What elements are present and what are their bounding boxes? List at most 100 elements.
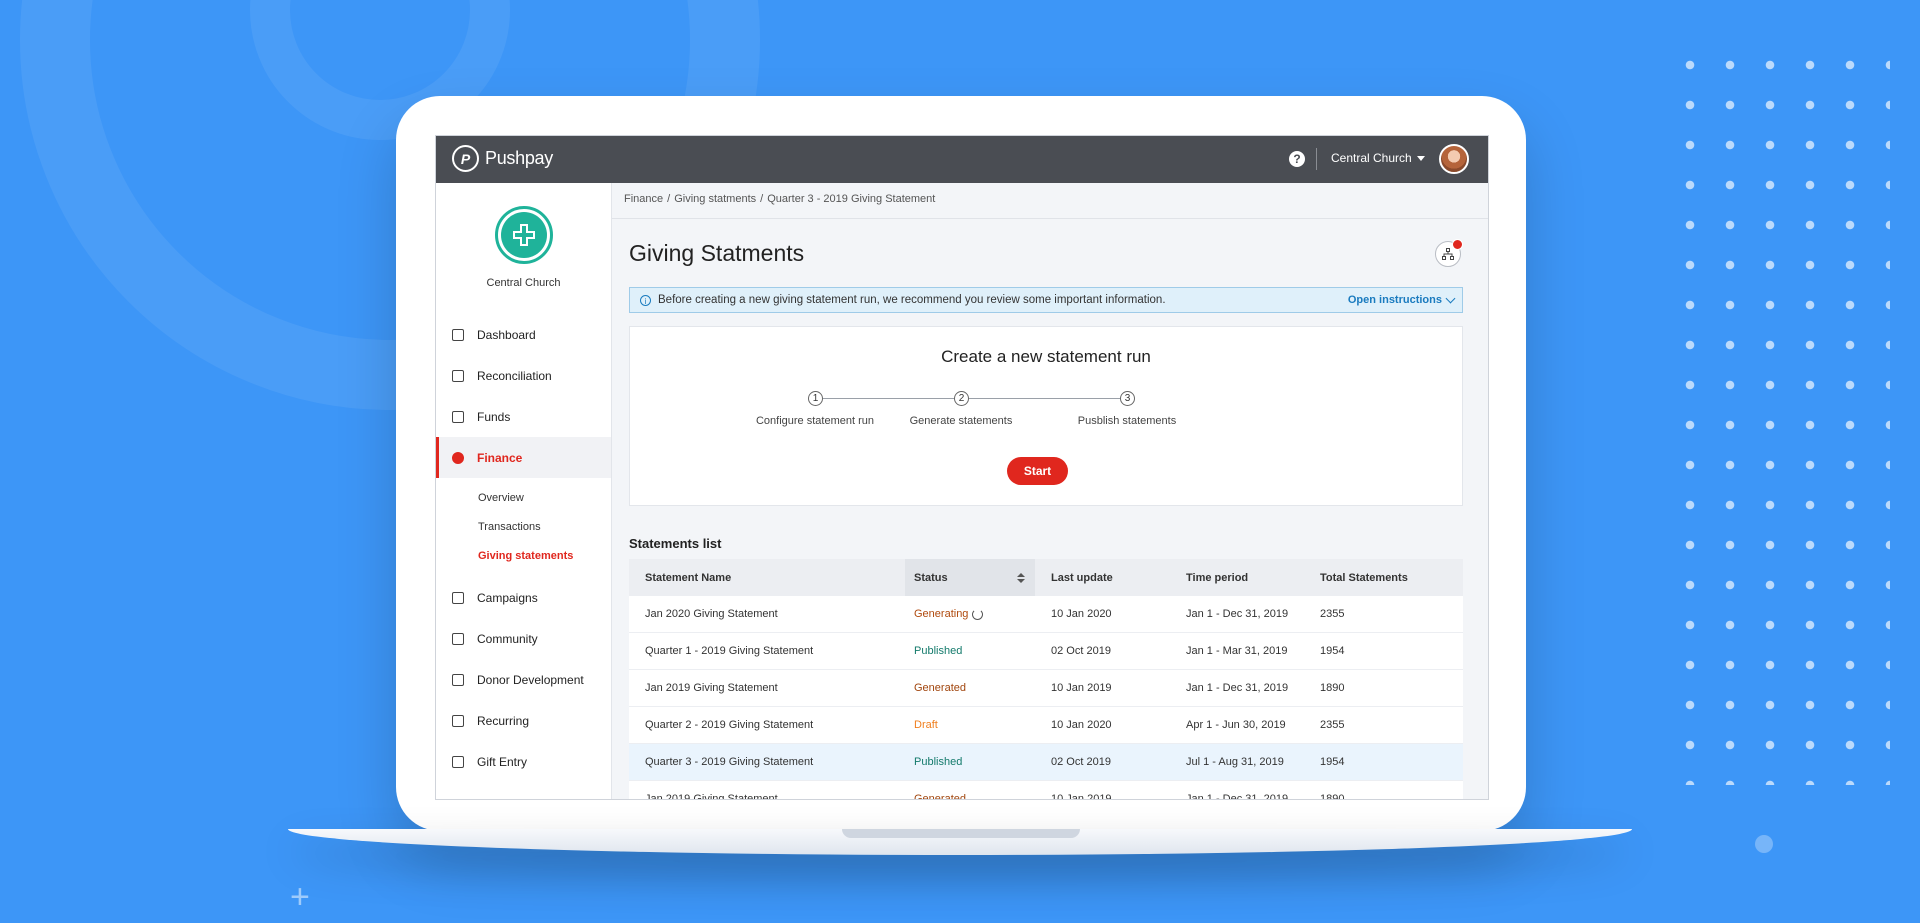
total-statements: 1954 <box>1320 645 1345 657</box>
table-row[interactable]: Jan 2019 Giving Statement Generated 10 J… <box>629 781 1463 800</box>
time-period: Jan 1 - Dec 31, 2019 <box>1186 608 1289 620</box>
reconciliation-icon <box>452 369 464 382</box>
church-logo <box>495 206 553 264</box>
help-circle-icon[interactable]: ? <box>1289 151 1305 167</box>
status-badge: Generated <box>914 793 966 800</box>
sidebar-item-label: Funds <box>477 409 511 424</box>
breadcrumb-item[interactable]: Giving statments <box>674 193 756 205</box>
create-run-card: Create a new statement run 1 2 3 Configu… <box>629 326 1463 506</box>
open-instructions-link[interactable]: Open instructions <box>1348 293 1456 306</box>
statement-name: Quarter 3 - 2019 Giving Statement <box>645 756 814 768</box>
sidebar-item-dashboard[interactable]: Dashboard <box>436 314 611 355</box>
column-header-last-update[interactable]: Last update <box>1035 559 1170 596</box>
column-header-total[interactable]: Total Statements <box>1304 559 1463 596</box>
sidebar-item-campaigns[interactable]: Campaigns <box>436 577 611 618</box>
step-1-indicator: 1 <box>808 391 823 406</box>
breadcrumb-separator: / <box>667 193 671 205</box>
caret-down-icon <box>1416 155 1425 161</box>
total-statements: 2355 <box>1320 719 1345 731</box>
sidebar-item-community[interactable]: Community <box>436 618 611 659</box>
time-period: Jan 1 - Mar 31, 2019 <box>1186 645 1288 657</box>
sidebar-nav: Dashboard Reconciliation Funds Finance O… <box>436 314 611 782</box>
step-3-indicator: 3 <box>1120 391 1135 406</box>
sidebar-item-label: Finance <box>477 450 523 465</box>
info-banner: i Before creating a new giving statement… <box>629 287 1463 313</box>
last-update: 10 Jan 2019 <box>1051 793 1112 800</box>
last-update: 02 Oct 2019 <box>1051 645 1111 657</box>
total-statements: 2355 <box>1320 608 1345 620</box>
sidebar-item-finance[interactable]: Finance <box>436 437 611 478</box>
column-header-time-period[interactable]: Time period <box>1170 559 1304 596</box>
pushpay-logo-icon: P <box>452 145 479 172</box>
sidebar-item-recurring[interactable]: Recurring <box>436 700 611 741</box>
sidebar-item-gift-entry[interactable]: Gift Entry <box>436 741 611 782</box>
subnav-item-overview[interactable]: Overview <box>478 484 611 513</box>
table-row[interactable]: Quarter 2 - 2019 Giving Statement Draft … <box>629 707 1463 744</box>
organization-selector[interactable]: Central Church <box>1331 151 1425 165</box>
status-badge: Generating <box>905 596 1035 632</box>
total-statements: 1954 <box>1320 756 1345 768</box>
column-header-status-label: Status <box>914 571 948 584</box>
breadcrumb-item[interactable]: Finance <box>624 193 663 205</box>
step-2-indicator: 2 <box>954 391 969 406</box>
dot-decoration <box>1755 835 1773 853</box>
page-title: Giving Statments <box>629 240 805 266</box>
sidebar-item-label: Gift Entry <box>477 754 528 769</box>
statement-name: Jan 2019 Giving Statement <box>645 793 778 800</box>
last-update: 10 Jan 2020 <box>1051 719 1112 731</box>
sidebar-item-funds[interactable]: Funds <box>436 396 611 437</box>
sidebar-item-reconciliation[interactable]: Reconciliation <box>436 355 611 396</box>
notification-badge <box>1452 239 1463 250</box>
last-update: 10 Jan 2020 <box>1051 608 1112 620</box>
table-row[interactable]: Jan 2019 Giving Statement Generated 10 J… <box>629 670 1463 707</box>
statement-name: Quarter 2 - 2019 Giving Statement <box>645 719 814 731</box>
topbar-divider <box>1316 148 1317 170</box>
time-period: Jan 1 - Dec 31, 2019 <box>1186 793 1289 800</box>
top-bar: P Pushpay ? Central Church <box>436 136 1488 183</box>
step-3-label: Pusblish statements <box>1077 415 1177 427</box>
time-period: Apr 1 - Jun 30, 2019 <box>1186 719 1286 731</box>
sidebar-org-name: Central Church <box>486 277 561 289</box>
plus-decoration-icon: + <box>290 878 310 916</box>
column-header-status[interactable]: Status <box>905 559 1035 596</box>
step-1-label: Configure statement run <box>755 415 874 427</box>
sidebar-item-donor-development[interactable]: Donor Development <box>436 659 611 700</box>
last-update: 02 Oct 2019 <box>1051 756 1111 768</box>
status-badge: Draft <box>914 719 938 731</box>
hierarchy-button[interactable] <box>1435 239 1463 267</box>
user-avatar[interactable] <box>1439 144 1469 174</box>
pushpay-logo[interactable]: P Pushpay <box>452 145 553 172</box>
table-row[interactable]: Jan 2020 Giving Statement Generating 10 … <box>629 596 1463 633</box>
start-button[interactable]: Start <box>1007 457 1068 485</box>
table-header: Statement Name Status Last update Time p… <box>629 559 1463 596</box>
statements-table: Statement Name Status Last update Time p… <box>629 559 1463 800</box>
breadcrumb-current: Quarter 3 - 2019 Giving Statement <box>767 193 936 205</box>
brand-name: Pushpay <box>485 148 553 168</box>
step-2-label: Generate statements <box>909 415 1013 427</box>
sidebar-item-label: Campaigns <box>477 590 538 605</box>
recurring-icon <box>452 714 464 727</box>
step-connector <box>823 398 954 399</box>
dollar-icon <box>452 451 464 464</box>
statement-name: Jan 2019 Giving Statement <box>645 682 778 694</box>
sidebar-item-label: Recurring <box>477 713 530 728</box>
table-row[interactable]: Quarter 1 - 2019 Giving Statement Publis… <box>629 633 1463 670</box>
laptop-notch <box>842 829 1080 838</box>
community-icon <box>452 632 464 645</box>
dashboard-icon <box>452 328 464 341</box>
statement-name: Jan 2020 Giving Statement <box>645 608 778 620</box>
hierarchy-icon <box>1442 248 1454 260</box>
finance-subnav: Overview Transactions Giving statements <box>436 478 611 577</box>
info-banner-text: Before creating a new giving statement r… <box>658 294 1166 306</box>
status-badge: Generated <box>914 682 966 694</box>
subnav-item-transactions[interactable]: Transactions <box>478 513 611 542</box>
last-update: 10 Jan 2019 <box>1051 682 1112 694</box>
table-row-selected[interactable]: Quarter 3 - 2019 Giving Statement Publis… <box>629 744 1463 781</box>
main-content: Finance / Giving statments / Quarter 3 - 201… <box>612 183 1488 799</box>
funds-icon <box>452 410 464 423</box>
donor-icon <box>452 673 464 686</box>
total-statements: 1890 <box>1320 793 1345 800</box>
stepper: 1 2 3 Configure statement run Generate s… <box>630 391 1462 441</box>
column-header-name[interactable]: Statement Name <box>629 559 905 596</box>
subnav-item-giving-statements[interactable]: Giving statements <box>478 542 611 571</box>
